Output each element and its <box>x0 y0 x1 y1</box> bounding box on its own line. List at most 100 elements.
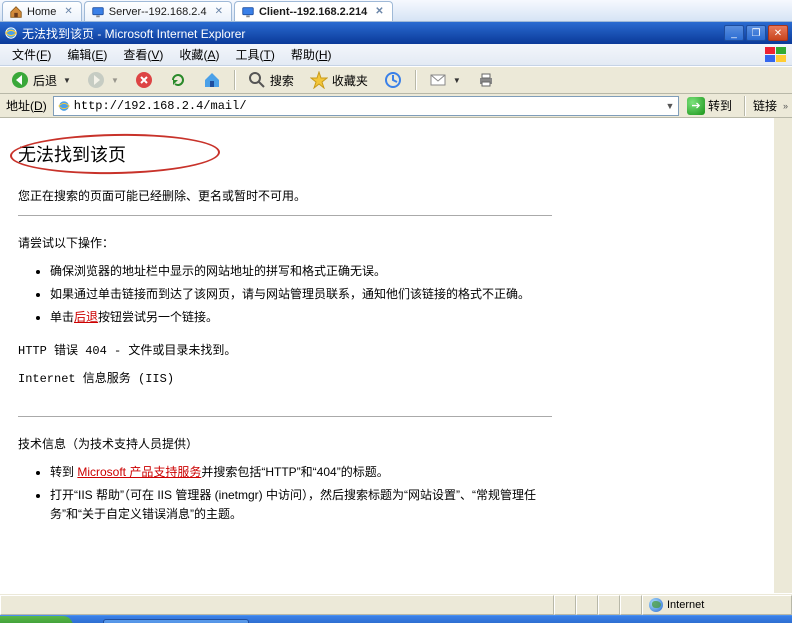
ie-page-icon <box>56 98 72 114</box>
toolbar-separator <box>744 96 745 116</box>
try-heading: 请尝试以下操作： <box>18 234 552 252</box>
history-icon <box>384 71 402 89</box>
minimize-button[interactable]: _ <box>724 25 744 41</box>
favorites-label: 收藏夹 <box>332 72 368 89</box>
toolbar-separator <box>415 70 416 90</box>
address-bar: 地址(D) ▼ ➔ 转到 链接 » <box>0 94 792 118</box>
status-cell <box>598 595 620 615</box>
windows-logo-icon <box>764 46 788 64</box>
scroll-up-icon[interactable]: ▲ <box>775 118 792 136</box>
menu-help[interactable]: 帮助(H) <box>283 44 340 65</box>
stop-icon <box>135 71 153 89</box>
mail-icon <box>429 71 447 89</box>
list-item: 如果通过单击链接而到达了该网页，请与网站管理员联系，通知他们该链接的格式不正确。 <box>50 285 552 304</box>
address-dropdown[interactable]: ▼ <box>662 101 678 111</box>
history-button[interactable] <box>377 68 409 92</box>
status-cell <box>576 595 598 615</box>
go-arrow-icon: ➔ <box>687 97 705 115</box>
home-button[interactable] <box>196 68 228 92</box>
globe-icon <box>649 598 663 612</box>
vertical-scrollbar[interactable]: ▲ ▼ <box>774 118 792 593</box>
status-bar: Internet <box>0 593 792 615</box>
chevron-down-icon[interactable]: ▼ <box>453 76 461 85</box>
close-icon[interactable]: ✕ <box>375 6 383 17</box>
divider <box>18 215 552 216</box>
print-button[interactable] <box>470 68 502 92</box>
client-monitor-icon <box>241 5 255 19</box>
xp-tab-client[interactable]: Client--192.168.2.214 ✕ <box>234 1 393 21</box>
back-link[interactable]: 后退 <box>74 310 98 324</box>
chevron-down-icon[interactable]: ▼ <box>63 76 71 85</box>
menu-file[interactable]: 文件(F) <box>4 44 59 65</box>
print-icon <box>477 71 495 89</box>
star-icon <box>310 71 328 89</box>
suggestion-list: 确保浏览器的地址栏中显示的网站地址的拼写和格式正确无误。 如果通过单击链接而到达… <box>50 262 552 328</box>
forward-button[interactable]: ▼ <box>80 68 126 92</box>
menu-bar: 文件(F) 编辑(E) 查看(V) 收藏(A) 工具(T) 帮助(H) <box>0 44 792 66</box>
menu-edit[interactable]: 编辑(E) <box>59 44 115 65</box>
ie-icon <box>4 26 18 40</box>
divider <box>18 416 552 417</box>
status-cell <box>554 595 576 615</box>
start-button[interactable]: 开始 <box>0 616 73 623</box>
close-icon[interactable]: ✕ <box>64 6 72 17</box>
menu-view[interactable]: 查看(V) <box>115 44 171 65</box>
address-field-wrap[interactable]: ▼ <box>53 96 679 116</box>
stop-button[interactable] <box>128 68 160 92</box>
browser-viewport: ▲ ▼ 无法找到该页 您正在搜索的页面可能已经删除、更名或暂时不可用。 请尝试以… <box>0 118 792 593</box>
server-monitor-icon <box>91 5 105 19</box>
error-subtitle: 您正在搜索的页面可能已经删除、更名或暂时不可用。 <box>18 187 552 205</box>
maximize-button[interactable]: ❐ <box>746 25 766 41</box>
forward-icon <box>87 71 105 89</box>
search-button[interactable]: 搜索 <box>241 68 301 92</box>
address-input[interactable] <box>74 97 662 115</box>
mail-button[interactable]: ▼ <box>422 68 468 92</box>
favorites-button[interactable]: 收藏夹 <box>303 68 375 92</box>
list-item: 确保浏览器的地址栏中显示的网站地址的拼写和格式正确无误。 <box>50 262 552 281</box>
error-heading: 无法找到该页 <box>18 142 552 169</box>
chevron-down-icon[interactable]: ▼ <box>111 76 119 85</box>
scroll-thumb[interactable] <box>775 136 792 575</box>
ms-support-link[interactable]: Microsoft 产品支持服务 <box>77 465 201 479</box>
address-label: 地址(D) <box>4 97 49 114</box>
list-item: 转到 Microsoft 产品支持服务并搜索包括“HTTP”和“404”的标题。 <box>50 463 552 482</box>
go-button[interactable]: ➔ 转到 <box>683 97 736 115</box>
security-zone: Internet <box>642 595 792 615</box>
status-text <box>0 595 554 615</box>
links-label[interactable]: 链接 <box>753 97 777 114</box>
search-label: 搜索 <box>270 72 294 89</box>
list-item: 打开“IIS 帮助”（可在 IIS 管理器 (inetmgr) 中访问），然后搜… <box>50 486 552 524</box>
search-icon <box>248 71 266 89</box>
xp-tab-label: Client--192.168.2.214 <box>259 6 367 18</box>
xp-tab-server[interactable]: Server--192.168.2.4 ✕ <box>84 1 232 21</box>
home-icon <box>203 71 221 89</box>
close-button[interactable]: ✕ <box>768 25 788 41</box>
xp-tab-label: Home <box>27 6 56 18</box>
taskbar-task[interactable]: 无法找到该页 - Micr... <box>103 619 249 623</box>
menu-favorites[interactable]: 收藏(A) <box>171 44 227 65</box>
xp-tab-label: Server--192.168.2.4 <box>109 6 207 18</box>
links-chevron-icon[interactable]: » <box>783 101 788 111</box>
error-service: Internet 信息服务 (IIS) <box>18 370 552 388</box>
xp-tab-home[interactable]: Home ✕ <box>2 1 82 21</box>
refresh-icon <box>169 71 187 89</box>
tech-info-heading: 技术信息（为技术支持人员提供） <box>18 435 552 453</box>
taskbar: 开始 无法找到该页 - Micr... 亿速云 <box>0 615 792 623</box>
xp-window-tabs: Home ✕ Server--192.168.2.4 ✕ Client--192… <box>0 0 792 22</box>
error-page: 无法找到该页 您正在搜索的页面可能已经删除、更名或暂时不可用。 请尝试以下操作：… <box>0 118 570 558</box>
back-icon <box>11 71 29 89</box>
back-button[interactable]: 后退 ▼ <box>4 68 78 92</box>
close-icon[interactable]: ✕ <box>215 6 223 17</box>
ie-title-bar: 无法找到该页 - Microsoft Internet Explorer _ ❐… <box>0 22 792 44</box>
window-title: 无法找到该页 - Microsoft Internet Explorer <box>22 25 245 42</box>
list-item: 单击后退按钮尝试另一个链接。 <box>50 308 552 327</box>
toolbar-separator <box>234 70 235 90</box>
home-icon <box>9 5 23 19</box>
status-cell <box>620 595 642 615</box>
scroll-down-icon[interactable]: ▼ <box>775 575 792 593</box>
tech-info-list: 转到 Microsoft 产品支持服务并搜索包括“HTTP”和“404”的标题。… <box>50 463 552 525</box>
back-label: 后退 <box>33 72 57 89</box>
menu-tools[interactable]: 工具(T) <box>227 44 282 65</box>
toolbar: 后退 ▼ ▼ 搜索 收藏夹 ▼ <box>0 66 792 94</box>
refresh-button[interactable] <box>162 68 194 92</box>
